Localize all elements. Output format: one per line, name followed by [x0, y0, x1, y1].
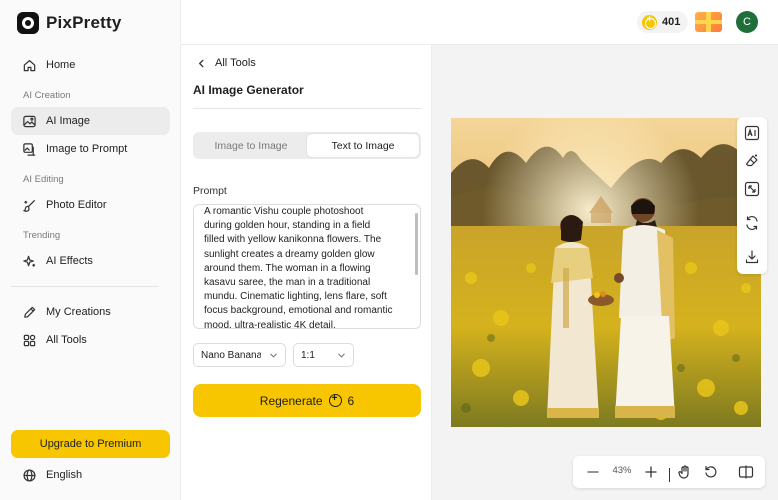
prompt-line: during golden hour, standing in a field	[204, 220, 371, 232]
sidebar-item-image-to-prompt[interactable]: Image to Prompt	[11, 135, 170, 163]
panel-divider	[193, 108, 421, 109]
sidebar-item-label: Photo Editor	[46, 199, 107, 211]
logo-icon	[17, 12, 39, 34]
prompt-line: sunlight creates a dreamy golden glow	[204, 248, 375, 260]
sidebar-item-label: My Creations	[46, 306, 111, 318]
sidebar-item-label: Image to Prompt	[46, 143, 128, 155]
gift-icon[interactable]	[695, 12, 722, 32]
brush-icon	[23, 199, 36, 212]
zoom-toolbar: 43%	[573, 456, 765, 488]
toolbar-separator	[669, 468, 670, 482]
canvas-area: 43%	[432, 45, 778, 500]
credit-icon	[328, 393, 342, 407]
replace-icon[interactable]	[744, 215, 760, 231]
page-title: AI Image Generator	[193, 83, 304, 97]
prompt-line: mood, ultra-realistic 4K detail.	[204, 319, 336, 329]
prompt-line: A romantic Vishu couple photoshoot	[204, 206, 364, 217]
model-value: Nano Banana	[201, 349, 261, 361]
ratio-value: 1:1	[301, 349, 315, 361]
upgrade-button[interactable]: Upgrade to Premium	[11, 430, 170, 458]
language-label: English	[46, 469, 83, 481]
prompt-line: focus background, emotional and romantic	[204, 305, 393, 317]
download-icon[interactable]	[744, 249, 760, 265]
sidebar-divider	[11, 286, 159, 287]
aspect-ratio-select[interactable]: 1:1	[293, 343, 354, 367]
mode-tabs: Image to Image Text to Image	[193, 132, 421, 159]
compare-icon[interactable]	[738, 464, 754, 480]
language-selector[interactable]: English	[11, 461, 170, 489]
prompt-line: around them. The woman in a flowing	[204, 262, 371, 274]
prompt-scrollbar[interactable]	[415, 213, 418, 275]
chevron-down-icon	[270, 353, 277, 358]
section-label-trending: Trending	[23, 230, 61, 241]
regenerate-button[interactable]: Regenerate 6	[193, 384, 421, 417]
chevron-left-icon	[199, 59, 204, 67]
sidebar-item-home[interactable]: Home	[11, 51, 170, 79]
reset-icon[interactable]	[703, 464, 719, 480]
pen-icon	[24, 306, 36, 318]
sidebar-item-photo-editor[interactable]: Photo Editor	[11, 191, 170, 219]
sidebar-item-label: Home	[46, 59, 76, 71]
back-to-all-tools[interactable]: All Tools	[196, 57, 256, 69]
zoom-level: 43%	[612, 465, 632, 476]
prompt-line: kasavu saree, the man in a traditional	[204, 277, 371, 289]
regenerate-cost: 6	[347, 393, 355, 408]
zoom-out-icon[interactable]	[585, 464, 601, 480]
section-label-ai-creation: AI Creation	[23, 90, 71, 101]
sparkle-icon	[23, 255, 36, 267]
logo[interactable]: PixPretty	[17, 11, 122, 35]
couple-photo	[451, 118, 761, 427]
regenerate-label: Regenerate	[259, 393, 323, 408]
prompt-text: A romantic Vishu couple photoshoot durin…	[204, 205, 408, 329]
model-select[interactable]: Nano Banana	[193, 343, 286, 367]
zoom-in-icon[interactable]	[643, 464, 659, 480]
app-name: PixPretty	[46, 13, 122, 32]
sidebar-item-label: AI Image	[46, 115, 91, 127]
sidebar-item-ai-effects[interactable]: AI Effects	[11, 247, 170, 275]
generated-image[interactable]	[451, 118, 761, 427]
tab-text-to-image[interactable]: Text to Image	[307, 134, 419, 157]
prompt-textarea[interactable]: A romantic Vishu couple photoshoot durin…	[193, 204, 421, 329]
ai-icon[interactable]	[744, 125, 760, 141]
chevron-down-icon	[338, 353, 345, 358]
home-icon	[23, 59, 36, 71]
eraser-icon[interactable]	[744, 153, 760, 169]
sidebar: PixPretty Home AI Creation AI Image Imag…	[0, 0, 181, 500]
hand-icon[interactable]	[677, 464, 693, 480]
prompt-label: Prompt	[193, 185, 227, 197]
prompt-line: filled with yellow kanikonna flowers. Th…	[204, 234, 382, 246]
sidebar-item-my-creations[interactable]: My Creations	[11, 298, 170, 326]
expand-icon[interactable]	[744, 181, 760, 197]
image-text-icon	[23, 142, 36, 156]
side-toolbar	[737, 117, 767, 274]
credits-count: 401	[662, 16, 681, 28]
back-label: All Tools	[215, 57, 256, 69]
coin-icon	[642, 14, 657, 30]
tool-panel: All Tools AI Image Generator Image to Im…	[181, 45, 432, 500]
sidebar-item-label: All Tools	[46, 334, 87, 346]
sidebar-item-label: AI Effects	[46, 255, 93, 267]
top-bar: 401 C	[181, 0, 778, 45]
section-label-ai-editing: AI Editing	[23, 174, 64, 185]
globe-icon	[23, 468, 36, 482]
prompt-line: mundu. Cinematic lighting, lens flare, s…	[204, 291, 387, 303]
avatar[interactable]: C	[736, 11, 758, 33]
image-icon	[23, 115, 36, 127]
tab-image-to-image[interactable]: Image to Image	[195, 134, 307, 157]
grid-icon	[23, 334, 36, 346]
credits-badge[interactable]: 401	[637, 11, 689, 33]
sidebar-item-all-tools[interactable]: All Tools	[11, 326, 170, 354]
sidebar-item-ai-image[interactable]: AI Image	[11, 107, 170, 135]
